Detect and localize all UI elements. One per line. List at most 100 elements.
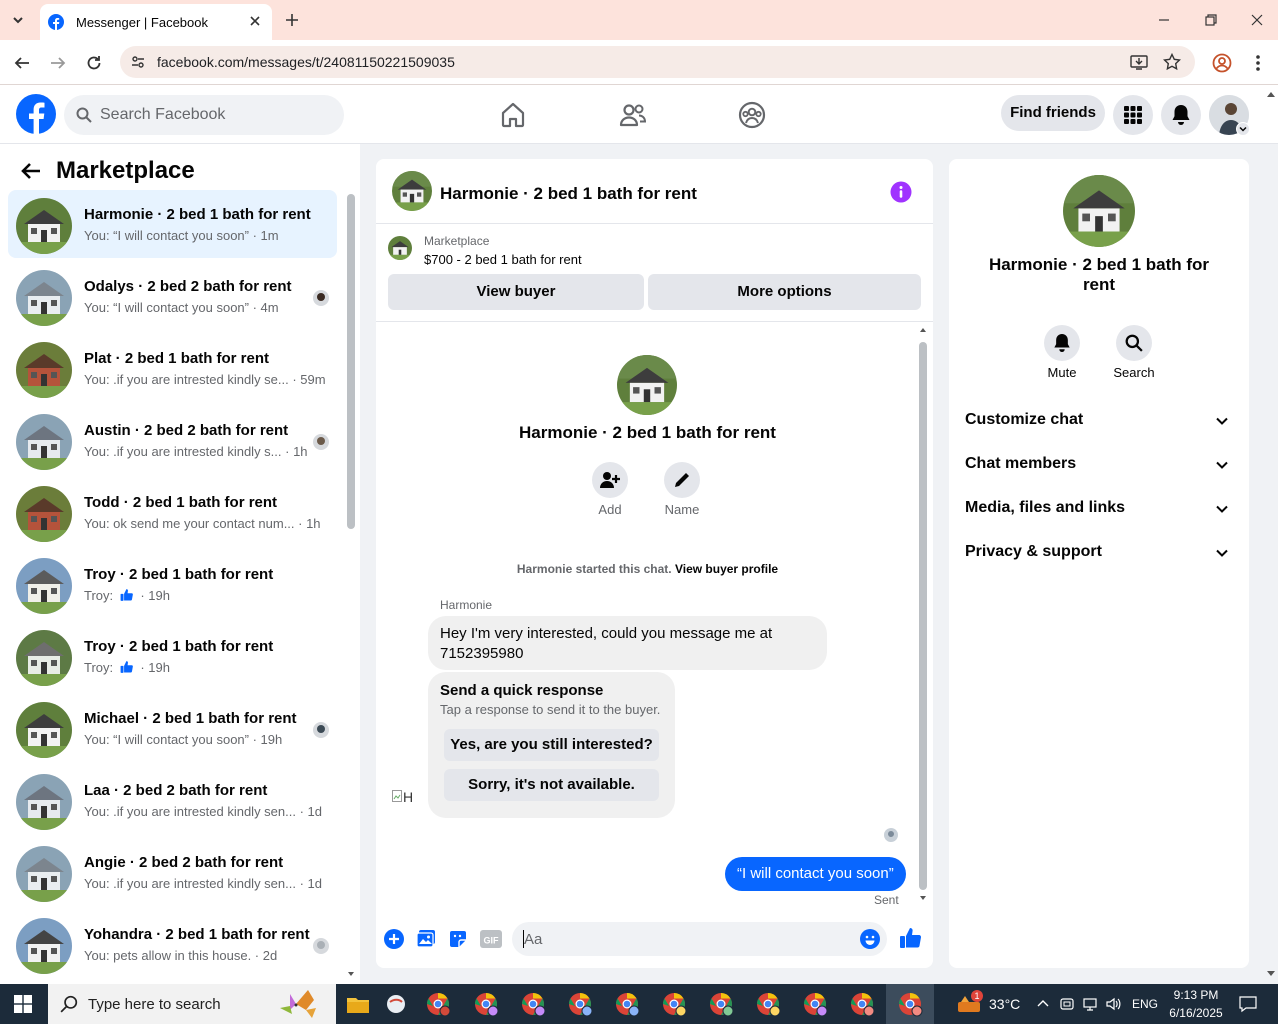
view-buyer-profile-link[interactable]: View buyer profile: [675, 562, 778, 576]
details-avatar[interactable]: [1063, 175, 1135, 247]
url-text: facebook.com/messages/t/2408115022150903…: [157, 54, 455, 70]
tab-close-icon[interactable]: [248, 14, 262, 28]
chat-members-section[interactable]: Chat members: [965, 443, 1235, 487]
intro-avatar[interactable]: [617, 355, 677, 415]
friends-icon[interactable]: [619, 101, 647, 129]
app-icon[interactable]: [382, 990, 410, 1018]
conversation-item[interactable]: Laa · 2 bed 2 bath for rent You: .if you …: [8, 766, 337, 834]
chrome-profile-icon[interactable]: [566, 990, 594, 1018]
menu-grid-button[interactable]: [1113, 95, 1153, 135]
address-bar[interactable]: facebook.com/messages/t/2408115022150903…: [120, 46, 1195, 78]
chat-info-icon[interactable]: [890, 181, 912, 203]
chrome-profile-icon[interactable]: [754, 990, 782, 1018]
conversation-item[interactable]: Harmonie · 2 bed 1 bath for rent You: “I …: [8, 190, 337, 258]
message-input[interactable]: Aa: [512, 922, 887, 956]
page-scroll-down-icon[interactable]: [1266, 970, 1276, 978]
gif-icon[interactable]: GIF: [480, 929, 502, 949]
add-people-button[interactable]: [592, 462, 628, 498]
browser-tab-messenger[interactable]: Messenger | Facebook: [40, 4, 272, 40]
close-window-icon[interactable]: [1249, 12, 1265, 28]
conversation-item[interactable]: Yohandra · 2 bed 1 bath for rent You: pet…: [8, 910, 337, 978]
quick-reply-still-interested[interactable]: Yes, are you still interested?: [444, 729, 659, 761]
listing-title[interactable]: $700 - 2 bed 1 bath for rent: [424, 252, 582, 267]
language-indicator[interactable]: ENG: [1132, 997, 1158, 1011]
chrome-profile-icon[interactable]: [801, 990, 829, 1018]
sidebar-scrollbar[interactable]: [347, 194, 355, 529]
weather-icon[interactable]: 1: [956, 990, 983, 1016]
site-info-icon[interactable]: [130, 54, 146, 70]
emoji-icon[interactable]: [860, 929, 880, 949]
conversation-item[interactable]: Troy · 2 bed 1 bath for rent Troy: · 19h: [8, 622, 337, 690]
privacy-support-section[interactable]: Privacy & support: [965, 531, 1235, 575]
search-in-chat-button[interactable]: [1116, 325, 1152, 361]
facebook-logo-icon[interactable]: [16, 94, 56, 134]
account-chevron-icon[interactable]: [1236, 122, 1250, 136]
taskbar-search-box[interactable]: Type here to search: [48, 984, 336, 1024]
home-icon[interactable]: [499, 101, 527, 129]
profile-account-icon[interactable]: [1212, 53, 1232, 73]
restore-window-icon[interactable]: [1203, 12, 1219, 28]
media-files-links-section[interactable]: Media, files and links: [965, 487, 1235, 531]
conversation-item[interactable]: Todd · 2 bed 1 bath for rent You: ok send…: [8, 478, 337, 546]
customize-chat-section[interactable]: Customize chat: [965, 399, 1235, 443]
chrome-profile-icon[interactable]: [896, 990, 924, 1018]
clock-date[interactable]: 6/16/2025: [1164, 1006, 1228, 1020]
conversation-item[interactable]: Austin · 2 bed 2 bath for rent You: .if y…: [8, 406, 337, 474]
conversation-item[interactable]: Michael · 2 bed 1 bath for rent You: “I w…: [8, 694, 337, 762]
chat-scroll-up-icon[interactable]: [919, 326, 927, 334]
page-scroll-up-icon[interactable]: [1266, 90, 1276, 98]
new-tab-plus-icon[interactable]: [284, 12, 300, 28]
view-buyer-button[interactable]: View buyer: [388, 274, 644, 310]
conversation-item[interactable]: Odalys · 2 bed 2 bath for rent You: “I wi…: [8, 262, 337, 330]
conversation-preview: You: .if you are intrested kindly sen...…: [84, 804, 322, 819]
conversation-item[interactable]: Angie · 2 bed 2 bath for rent You: .if yo…: [8, 838, 337, 906]
meet-now-icon[interactable]: [1059, 996, 1075, 1012]
sender-avatar-broken[interactable]: H: [392, 788, 420, 816]
windows-start-icon[interactable]: [14, 995, 32, 1013]
quick-reply-not-available[interactable]: Sorry, it's not available.: [444, 769, 659, 801]
clock-time[interactable]: 9:13 PM: [1168, 988, 1224, 1002]
network-icon[interactable]: [1082, 996, 1098, 1012]
reload-icon[interactable]: [85, 54, 103, 72]
install-app-icon[interactable]: [1130, 53, 1148, 71]
groups-icon[interactable]: [738, 101, 766, 129]
chat-scrollbar[interactable]: [919, 342, 927, 890]
chrome-profile-icon[interactable]: [472, 990, 500, 1018]
outgoing-message-bubble[interactable]: “I will contact you soon”: [725, 857, 906, 891]
browser-menu-icon[interactable]: [1252, 53, 1264, 73]
forward-arrow-icon[interactable]: [49, 54, 67, 72]
find-friends-button[interactable]: Find friends: [1001, 95, 1105, 131]
incoming-message-bubble[interactable]: Hey I'm very interested, could you messa…: [428, 616, 827, 670]
bookmark-star-icon[interactable]: [1163, 53, 1181, 71]
chrome-profile-icon[interactable]: [613, 990, 641, 1018]
sticker-icon[interactable]: [448, 929, 468, 949]
tab-search-chevron-icon[interactable]: [10, 12, 26, 28]
facebook-search-input[interactable]: Search Facebook: [64, 95, 344, 135]
more-actions-plus-icon[interactable]: [384, 929, 404, 949]
notifications-button[interactable]: [1161, 95, 1201, 135]
conversation-item[interactable]: Troy · 2 bed 1 bath for rent Troy: · 19h: [8, 550, 337, 618]
chrome-profile-icon[interactable]: [848, 990, 876, 1018]
chat-scroll-down-icon[interactable]: [919, 894, 927, 902]
volume-icon[interactable]: [1105, 996, 1121, 1012]
notification-center-icon[interactable]: [1239, 995, 1257, 1013]
temperature[interactable]: 33°C: [989, 996, 1020, 1012]
scroll-down-arrow-icon[interactable]: [347, 970, 355, 978]
more-options-button[interactable]: More options: [648, 274, 921, 310]
listing-thumbnail[interactable]: [388, 236, 412, 260]
back-arrow-icon[interactable]: [20, 160, 42, 182]
file-explorer-icon[interactable]: [344, 990, 372, 1018]
back-arrow-icon[interactable]: [13, 54, 31, 72]
tray-overflow-chevron-icon[interactable]: [1036, 997, 1050, 1011]
gmail-app-icon[interactable]: [424, 990, 452, 1018]
chrome-profile-icon[interactable]: [660, 990, 688, 1018]
chrome-profile-icon[interactable]: [519, 990, 547, 1018]
chrome-profile-icon[interactable]: [707, 990, 735, 1018]
chat-avatar[interactable]: [392, 171, 432, 211]
like-thumbs-up-icon[interactable]: [899, 926, 923, 950]
attach-photo-icon[interactable]: [416, 929, 436, 949]
minimize-window-icon[interactable]: [1156, 12, 1172, 28]
mute-button[interactable]: [1044, 325, 1080, 361]
conversation-item[interactable]: Plat · 2 bed 1 bath for rent You: .if you…: [8, 334, 337, 402]
edit-name-button[interactable]: [664, 462, 700, 498]
